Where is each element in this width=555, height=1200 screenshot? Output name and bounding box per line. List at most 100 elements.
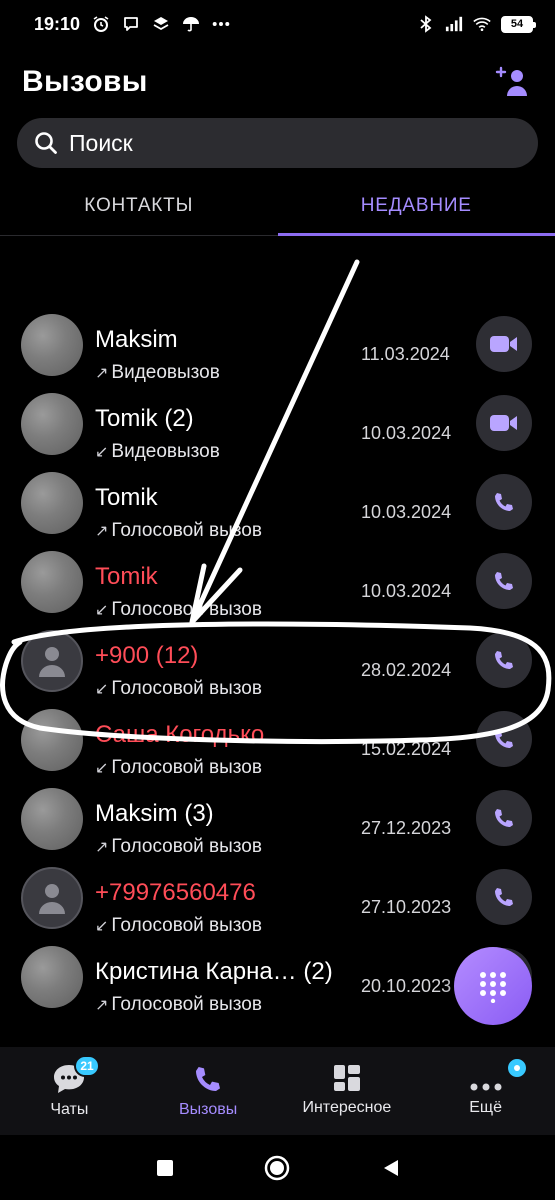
dialpad-button[interactable] bbox=[454, 947, 532, 1025]
contact-name: +900 (12) bbox=[95, 642, 199, 669]
call-type: ↙ Голосовой вызов bbox=[95, 678, 262, 699]
call-row[interactable]: Maksim ↗ Видеовызов 11.03.2024 bbox=[0, 304, 555, 383]
call-type: ↗ Голосовой вызов bbox=[95, 520, 262, 541]
nav-label: Ещё bbox=[469, 1099, 502, 1116]
voice-call-button[interactable] bbox=[476, 474, 532, 530]
tab-bar: КОНТАКТЫ НЕДАВНИЕ bbox=[0, 176, 555, 236]
bluetooth-icon bbox=[417, 15, 435, 33]
incoming-arrow-icon: ↙ bbox=[95, 681, 109, 698]
avatar bbox=[21, 946, 83, 1008]
dialpad-icon bbox=[480, 972, 506, 1003]
incoming-arrow-icon: ↙ bbox=[95, 602, 109, 619]
call-row[interactable]: Tomik ↙ Голосовой вызов 10.03.2024 bbox=[0, 541, 555, 620]
header: Вызовы bbox=[0, 52, 555, 112]
call-type: ↙ Голосовой вызов bbox=[95, 757, 262, 778]
incoming-arrow-icon: ↙ bbox=[95, 918, 109, 935]
outgoing-arrow-icon: ↗ bbox=[95, 365, 109, 382]
add-contact-button[interactable] bbox=[493, 62, 533, 102]
phone-icon bbox=[495, 493, 513, 511]
recents-button[interactable] bbox=[152, 1155, 178, 1181]
call-date: 15.02.2024 bbox=[361, 739, 452, 759]
more-notifications-icon bbox=[212, 15, 230, 33]
video-icon bbox=[490, 415, 517, 431]
call-date: 20.10.2023 bbox=[361, 976, 452, 996]
explore-icon bbox=[333, 1065, 360, 1091]
back-button[interactable] bbox=[378, 1155, 404, 1181]
call-date: 10.03.2024 bbox=[361, 423, 452, 443]
viber-icon bbox=[122, 15, 140, 33]
unread-badge: 21 bbox=[74, 1055, 100, 1077]
call-type: ↙ Голосовой вызов bbox=[95, 599, 262, 620]
layers-icon bbox=[152, 15, 170, 33]
wifi-icon bbox=[473, 15, 491, 33]
avatar bbox=[21, 788, 83, 850]
tab-recent[interactable]: НЕДАВНИЕ bbox=[277, 176, 555, 236]
avatar bbox=[21, 630, 83, 692]
search-bar[interactable]: Поиск bbox=[17, 118, 538, 168]
home-button[interactable] bbox=[264, 1155, 290, 1181]
voice-call-button[interactable] bbox=[476, 790, 532, 846]
square-icon bbox=[157, 1160, 173, 1176]
contact-name: Tomik bbox=[95, 563, 158, 590]
outgoing-arrow-icon: ↗ bbox=[95, 523, 109, 540]
voice-call-button[interactable] bbox=[476, 553, 532, 609]
call-type: ↗ Голосовой вызов bbox=[95, 994, 262, 1015]
bottom-nav: 21 Чаты Вызовы Интересное Ещё bbox=[0, 1047, 555, 1135]
video-call-button[interactable] bbox=[476, 395, 532, 451]
outgoing-arrow-icon: ↗ bbox=[95, 839, 109, 856]
call-date: 10.03.2024 bbox=[361, 581, 452, 601]
contact-name: Tomik bbox=[95, 484, 158, 511]
contact-name: Саша Когодько bbox=[95, 721, 265, 748]
nav-chats[interactable]: 21 Чаты bbox=[0, 1047, 139, 1135]
avatar bbox=[21, 393, 83, 455]
video-icon bbox=[490, 336, 517, 352]
circle-icon bbox=[264, 1155, 290, 1181]
call-row[interactable]: Maksim (3) ↗ Голосовой вызов 27.12.2023 bbox=[0, 778, 555, 857]
voice-call-button[interactable] bbox=[476, 632, 532, 688]
call-type: ↗ Голосовой вызов bbox=[95, 836, 262, 857]
incoming-arrow-icon: ↙ bbox=[95, 760, 109, 777]
phone-icon bbox=[495, 572, 513, 590]
phone-icon bbox=[495, 651, 513, 669]
nav-explore[interactable]: Интересное bbox=[278, 1047, 417, 1135]
incoming-arrow-icon: ↙ bbox=[95, 444, 109, 461]
contact-name: Tomik (2) bbox=[95, 405, 194, 432]
call-row[interactable]: +79976560476 ↙ Голосовой вызов 27.10.2023 bbox=[0, 857, 555, 936]
status-bar: 19:10 54 bbox=[0, 0, 555, 48]
video-call-button[interactable] bbox=[476, 316, 532, 372]
call-list: Maksim ↗ Видеовызов 11.03.2024 Tomik (2) … bbox=[0, 304, 555, 1044]
person-icon bbox=[39, 647, 65, 677]
nav-more[interactable]: Ещё bbox=[416, 1047, 555, 1135]
call-date: 27.12.2023 bbox=[361, 818, 452, 838]
contact-name: Maksim (3) bbox=[95, 800, 214, 827]
battery-indicator: 54 bbox=[501, 15, 536, 33]
system-nav-bar bbox=[0, 1135, 555, 1200]
avatar bbox=[21, 314, 83, 376]
outgoing-arrow-icon: ↗ bbox=[95, 997, 109, 1014]
call-row[interactable]: Саша Когодько ↙ Голосовой вызов 15.02.202… bbox=[0, 699, 555, 778]
call-date: 28.02.2024 bbox=[361, 660, 452, 680]
avatar bbox=[21, 867, 83, 929]
voice-call-button[interactable] bbox=[476, 711, 532, 767]
person-icon bbox=[39, 884, 65, 914]
nav-label: Интересное bbox=[302, 1099, 392, 1116]
nav-label: Вызовы bbox=[179, 1101, 238, 1118]
nav-calls[interactable]: Вызовы bbox=[139, 1047, 278, 1135]
search-input[interactable]: Поиск bbox=[69, 130, 133, 157]
call-row[interactable]: Tomik ↗ Голосовой вызов 10.03.2024 bbox=[0, 462, 555, 541]
voice-call-button[interactable] bbox=[476, 869, 532, 925]
phone-icon bbox=[495, 730, 513, 748]
contact-name: Maksim bbox=[95, 326, 178, 353]
more-icon bbox=[470, 1083, 502, 1091]
avatar bbox=[21, 551, 83, 613]
contact-name: +79976560476 bbox=[95, 879, 256, 906]
status-time: 19:10 bbox=[34, 13, 81, 34]
search-icon bbox=[35, 132, 57, 154]
cellular-signal-icon bbox=[445, 15, 463, 33]
tab-contacts[interactable]: КОНТАКТЫ bbox=[0, 176, 278, 235]
call-row[interactable]: Tomik (2) ↙ Видеовызов 10.03.2024 bbox=[0, 383, 555, 462]
avatar bbox=[21, 472, 83, 534]
page-title: Вызовы bbox=[22, 65, 148, 98]
call-row[interactable]: +900 (12) ↙ Голосовой вызов 28.02.2024 bbox=[0, 620, 555, 699]
notification-dot bbox=[506, 1057, 529, 1079]
